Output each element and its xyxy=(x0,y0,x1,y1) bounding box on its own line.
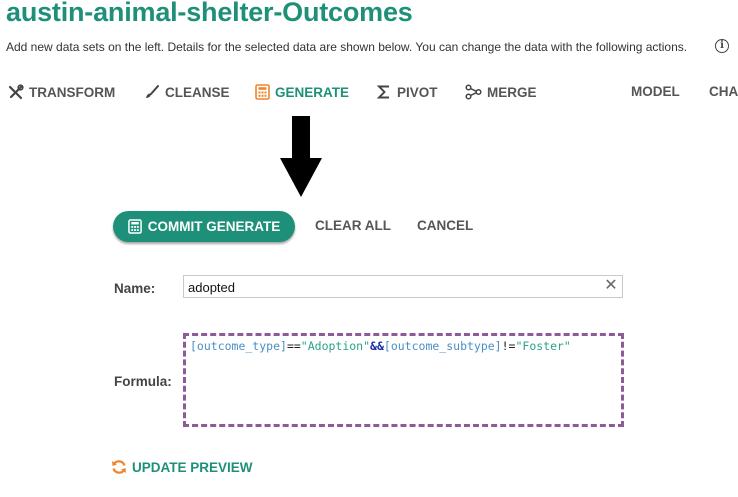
formula-token: [outcome_subtype] xyxy=(383,339,502,353)
action-toolbar: TRANSFORM CLEANSE GENERATE PIVOT MERGE M… xyxy=(0,84,738,104)
formula-token: && xyxy=(370,339,384,353)
formula-editor[interactable]: [outcome_type]=="Adoption"&&[outcome_sub… xyxy=(183,333,624,427)
formula-token: "Adoption" xyxy=(300,339,371,353)
commit-generate-label: COMMIT GENERATE xyxy=(147,219,281,234)
formula-token: [outcome_type] xyxy=(190,339,287,353)
formula-token: "Foster" xyxy=(515,339,571,353)
tab-merge-label: MERGE xyxy=(487,84,537,100)
calculator-icon xyxy=(255,84,270,100)
tab-model-label: MODEL xyxy=(631,84,680,99)
tab-cleanse[interactable]: CLEANSE xyxy=(144,84,230,100)
page-title: austin-animal-shelter-Outcomes xyxy=(6,0,413,27)
tab-cleanse-label: CLEANSE xyxy=(165,84,230,100)
tab-model[interactable]: MODEL xyxy=(631,84,680,99)
tools-icon xyxy=(8,84,24,100)
tab-transform[interactable]: TRANSFORM xyxy=(8,84,115,100)
tab-chart-label: CHA xyxy=(709,84,738,99)
down-arrow-icon xyxy=(279,116,323,203)
refresh-icon xyxy=(111,459,127,475)
formula-token: == xyxy=(286,339,301,353)
commit-generate-button[interactable]: COMMIT GENERATE xyxy=(113,211,295,242)
tab-generate-label: GENERATE xyxy=(275,84,350,100)
formula-code: [outcome_type]=="Adoption"&&[outcome_sub… xyxy=(190,339,617,353)
page-subtitle: Add new data sets on the left. Details f… xyxy=(6,40,688,54)
tab-pivot[interactable]: PIVOT xyxy=(376,84,438,100)
brush-icon xyxy=(144,84,160,100)
update-preview-label: UPDATE PREVIEW xyxy=(132,459,253,475)
tab-merge[interactable]: MERGE xyxy=(465,84,537,100)
calculator-icon xyxy=(127,219,142,234)
update-preview-button[interactable]: UPDATE PREVIEW xyxy=(111,459,253,475)
name-input[interactable] xyxy=(183,275,623,298)
cancel-button[interactable]: CANCEL xyxy=(417,218,473,233)
formula-label: Formula: xyxy=(114,374,172,389)
formula-token: != xyxy=(501,339,516,353)
info-icon[interactable]: i xyxy=(715,39,729,53)
sigma-icon xyxy=(376,84,392,100)
tab-transform-label: TRANSFORM xyxy=(29,84,116,100)
tab-pivot-label: PIVOT xyxy=(397,84,438,100)
clear-input-icon[interactable]: ✕ xyxy=(603,278,619,294)
name-label: Name: xyxy=(114,281,156,296)
clear-all-button[interactable]: CLEAR ALL xyxy=(315,218,391,233)
merge-icon xyxy=(465,84,482,100)
tab-generate[interactable]: GENERATE xyxy=(255,84,349,100)
tab-chart[interactable]: CHA xyxy=(709,84,738,99)
